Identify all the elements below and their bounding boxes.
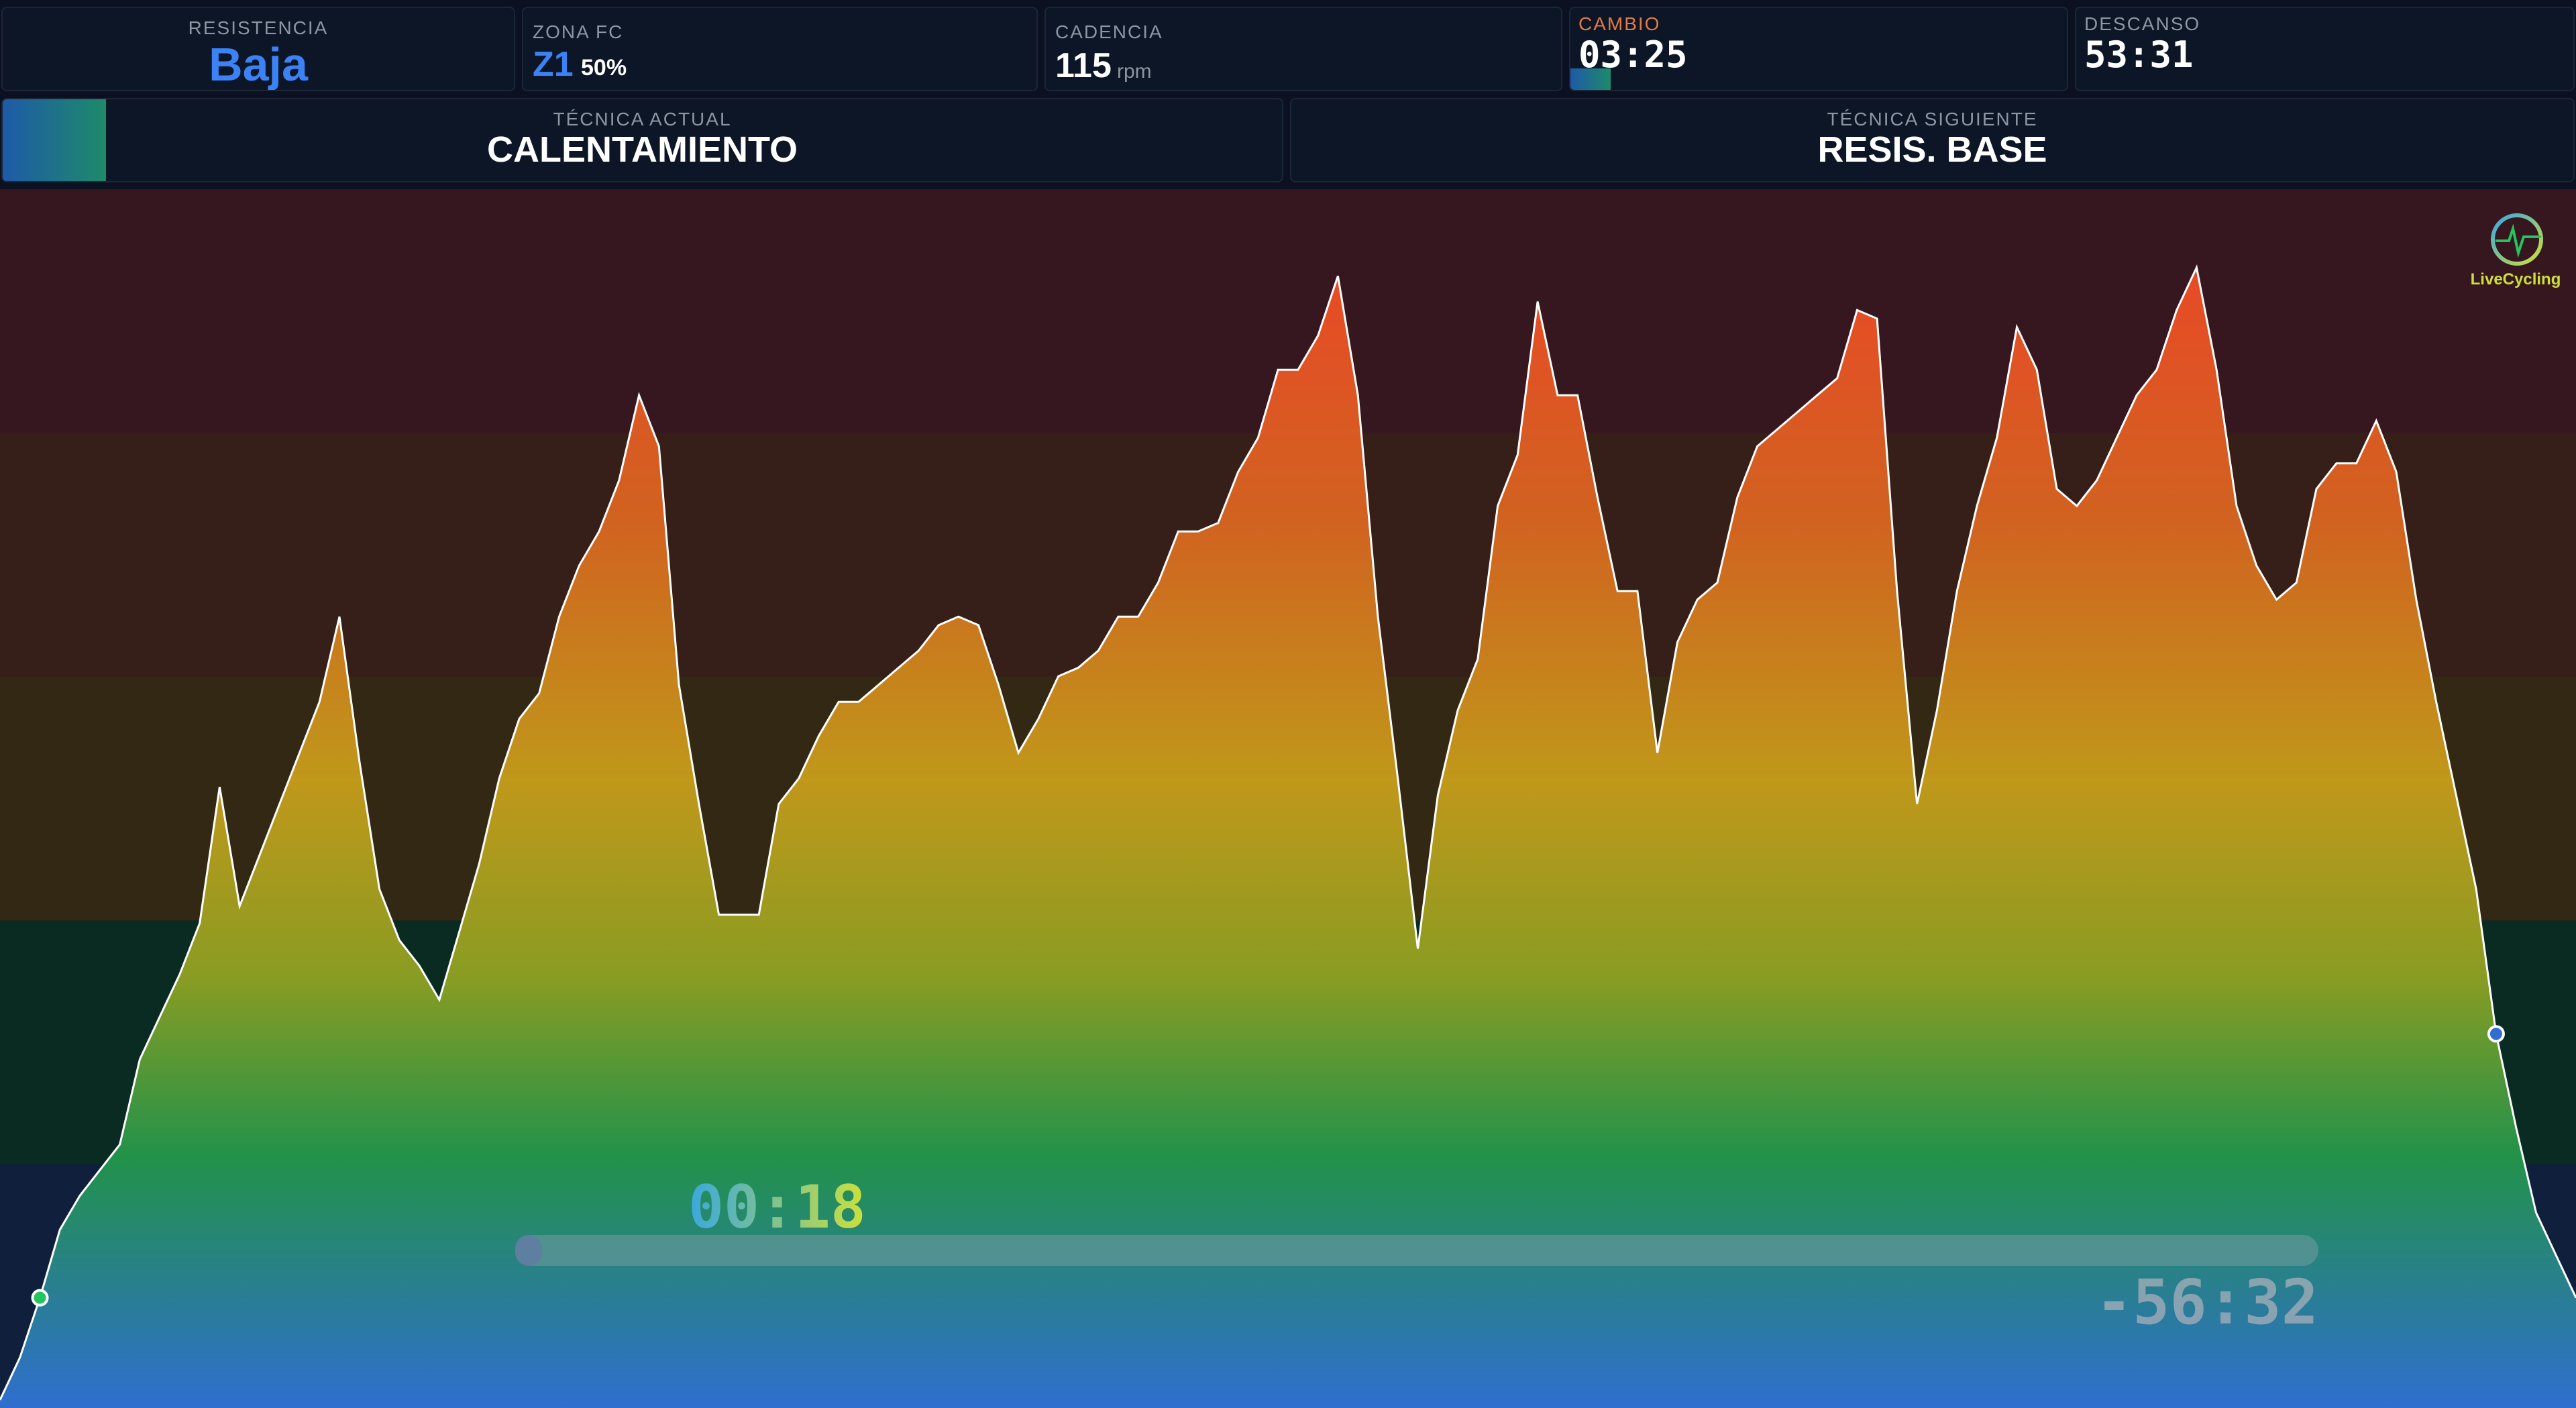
resistance-value: Baja [209,38,308,91]
remaining-time: -56:32 [2095,1266,2318,1338]
rest-value: 53:31 [2084,34,2194,76]
intensity-profile-chart [0,189,2576,1408]
hr-zone-value: Z1 [533,45,574,84]
resistance-label: RESISTENCIA [188,17,329,38]
cadence-unit: rpm [1117,60,1152,83]
hr-zone-percent: 50% [581,55,627,80]
resistance-panel: RESISTENCIA Baja [1,7,515,91]
rest-panel: DESCANSO 53:31 [2075,7,2575,91]
current-technique-panel: TÉCNICA ACTUAL CALENTAMIENTO [1,98,1283,182]
change-label: CAMBIO [1578,13,1661,34]
logo-icon [2491,205,2543,266]
current-technique-value: CALENTAMIENTO [487,129,798,170]
current-technique-label: TÉCNICA ACTUAL [553,109,732,129]
progress-track [515,1235,2318,1266]
next-technique-label: TÉCNICA SIGUIENTE [1827,109,2038,129]
hr-zone-label: ZONA FC [533,21,624,42]
cadence-value: 115 [1055,46,1112,85]
next-technique-panel: TÉCNICA SIGUIENTE RESIS. BASE [1290,98,2575,182]
segment-marker-start [31,1289,49,1307]
livecycling-logo: LiveCycling [2469,198,2563,292]
next-technique-value: RESIS. BASE [1817,129,2047,170]
change-panel: CAMBIO 03:25 [1569,7,2068,91]
elapsed-time: 00:18 [688,1173,866,1242]
segment-marker-end [2487,1025,2505,1043]
cadence-panel: CADENCIA 115 rpm [1044,7,1562,91]
hr-zone-panel: ZONA FC Z1 50% [522,7,1038,91]
change-value: 03:25 [1578,34,1688,76]
progress-fill [515,1235,543,1266]
rest-label: DESCANSO [2084,13,2201,34]
logo-text: LiveCycling [2470,270,2561,288]
cadence-label: CADENCIA [1055,21,1163,42]
